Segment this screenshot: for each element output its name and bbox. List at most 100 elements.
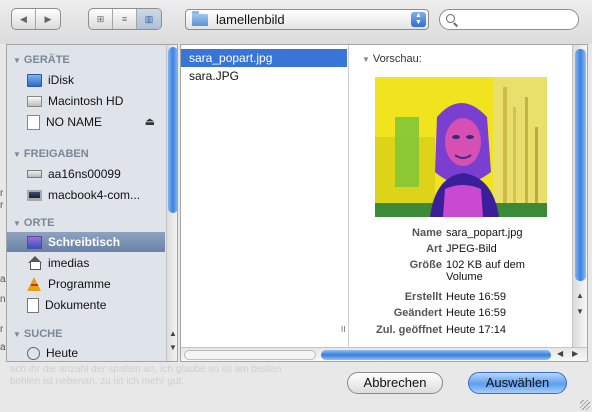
disclosure-triangle-icon: ▼ [13, 330, 21, 339]
sidebar-item-label: Dokumente [45, 298, 107, 312]
info-value: Heute 17:14 [446, 324, 506, 336]
disclosure-triangle-icon: ▼ [362, 55, 370, 64]
sidebar-section-header[interactable]: ▼ GERÄTE [7, 54, 70, 66]
chevron-left-icon: ◀ [20, 13, 27, 24]
sidebar-scroll-thumb[interactable] [168, 47, 177, 213]
sidebar-item-imedias[interactable]: imedias [7, 253, 165, 273]
info-key: Zul. geöffnet [376, 324, 442, 336]
info-key: Name [412, 227, 442, 239]
horizontal-scroll-track[interactable] [184, 350, 316, 360]
search-icon [446, 14, 455, 23]
info-value: Heute 16:59 [446, 307, 506, 319]
preview-scrollbar[interactable]: ▲ ▼ [572, 45, 587, 347]
sidebar-scrollbar[interactable]: ▲ ▼ [166, 45, 177, 361]
info-value: JPEG-Bild [446, 243, 497, 255]
sidebar-item-dokumente[interactable]: Dokumente [7, 295, 165, 315]
sidebar-item-idisk[interactable]: iDisk [7, 70, 165, 90]
column-resize-handle-icon[interactable]: II [341, 325, 345, 334]
scroll-down-arrow-icon[interactable]: ▼ [576, 307, 584, 316]
list-icon: ≡ [121, 14, 128, 24]
column-browser: sara_popart.jpg sara.JPG II ▼Vorschau: [180, 44, 588, 362]
background-text: ach ihr die anzahl der spalten an, ich g… [10, 364, 281, 388]
info-key: Erstellt [404, 291, 442, 303]
info-value: Heute 16:59 [446, 291, 506, 303]
sidebar-item-label: NO NAME [46, 115, 103, 129]
sidebar-item-label: Heute [46, 346, 79, 360]
sidebar-item-label: aa16ns00099 [48, 167, 121, 181]
popart-portrait-image [375, 77, 547, 217]
preview-image [375, 77, 547, 217]
sidebar-item-label: iDisk [48, 73, 74, 87]
resize-grip-icon[interactable] [580, 400, 590, 410]
info-key: Art [426, 243, 442, 255]
icon-grid-icon: ⊞ [96, 13, 105, 24]
sidebar-item-schreibtisch[interactable]: Schreibtisch [7, 232, 165, 252]
background-text-line: ach ihr die anzahl der spalten an, ich g… [10, 364, 282, 375]
view-mode-switcher: ⊞ ≡ ▥ [88, 8, 162, 30]
sidebar-item-label: macbook4-com... [48, 188, 141, 202]
laptop-icon [27, 189, 42, 201]
sidebar-item-label: Macintosh HD [48, 94, 124, 108]
scroll-up-arrow-icon[interactable]: ▲ [169, 329, 177, 338]
columns-icon: ▥ [144, 13, 154, 24]
back-button[interactable]: ◀ [12, 9, 36, 29]
file-item-sara-popart[interactable]: sara_popart.jpg [181, 49, 347, 67]
sidebar-section-header[interactable]: ▼ SUCHE [7, 328, 62, 340]
disclosure-triangle-icon: ▼ [13, 56, 21, 65]
disclosure-triangle-icon: ▼ [13, 219, 21, 228]
section-title: FREIGABEN [23, 148, 89, 160]
info-key: Größe [409, 259, 442, 271]
horizontal-scrollbar[interactable]: ◀ ▶ [181, 347, 587, 361]
chevron-right-icon: ▶ [44, 13, 52, 24]
sidebar-item-heute[interactable]: Heute [7, 343, 165, 361]
preview-title: Vorschau: [372, 53, 422, 65]
home-icon [27, 256, 42, 270]
section-title: SUCHE [23, 328, 63, 340]
disclosure-triangle-icon: ▼ [13, 150, 21, 159]
sidebar-item-macintosh-hd[interactable]: Macintosh HD [7, 91, 165, 111]
sidebar-item-no-name[interactable]: NO NAME ⏏ [7, 112, 165, 132]
eject-icon[interactable]: ⏏ [145, 115, 155, 128]
sidebar-item-programme[interactable]: Programme [7, 274, 165, 294]
removable-disk-icon [27, 114, 40, 130]
horizontal-scroll-thumb[interactable] [321, 350, 551, 360]
search-input[interactable] [460, 11, 572, 28]
location-popup[interactable]: lamellenbild ▲ ▼ [185, 9, 429, 30]
file-column: sara_popart.jpg sara.JPG II [181, 45, 349, 347]
preview-scroll-thumb[interactable] [575, 49, 586, 281]
clock-icon [27, 346, 40, 360]
search-field[interactable] [439, 9, 579, 30]
background-text-line: bohlen ist nebenan. zu ist ich mehr gut. [10, 376, 184, 387]
file-item-sara[interactable]: sara.JPG [181, 67, 347, 85]
sidebar-item-label: imedias [48, 256, 90, 270]
applications-icon [27, 277, 42, 291]
preview-pane: ▼ Vorschau: Name sara_popart.jpg Art JPE… [350, 45, 572, 347]
server-icon [27, 170, 42, 178]
section-title: GERÄTE [23, 54, 70, 66]
sidebar-section-header[interactable]: ▼ ORTE [7, 217, 54, 229]
scroll-down-arrow-icon[interactable]: ▼ [169, 343, 177, 352]
history-nav: ◀ ▶ [11, 8, 61, 30]
column-view-button[interactable]: ▥ [137, 9, 161, 29]
desktop-icon [27, 235, 42, 249]
scroll-left-arrow-icon[interactable]: ◀ [557, 349, 563, 358]
scroll-up-arrow-icon[interactable]: ▲ [576, 291, 584, 300]
sidebar-item-aa16ns00099[interactable]: aa16ns00099 [7, 164, 165, 184]
document-icon [27, 297, 39, 313]
icon-view-button[interactable]: ⊞ [89, 9, 113, 29]
preview-header[interactable]: ▼ Vorschau: [362, 53, 422, 65]
choose-button[interactable]: Auswählen [468, 372, 567, 394]
cancel-button[interactable]: Abbrechen [347, 372, 443, 394]
list-view-button[interactable]: ≡ [113, 9, 137, 29]
sidebar-section-header[interactable]: ▼ FREIGABEN [7, 148, 89, 160]
sidebar-item-label: Schreibtisch [48, 235, 121, 249]
location-label: lamellenbild [216, 12, 285, 27]
scroll-right-arrow-icon[interactable]: ▶ [572, 349, 578, 358]
info-value: sara_popart.jpg [446, 227, 523, 239]
folder-icon [192, 10, 208, 26]
toolbar: ◀ ▶ ⊞ ≡ ▥ lamellenbild ▲ ▼ [0, 0, 592, 44]
forward-button[interactable]: ▶ [36, 9, 60, 29]
sidebar-item-macbook[interactable]: macbook4-com... [7, 185, 165, 205]
info-key: Geändert [393, 307, 442, 319]
sidebar: ▼ GERÄTE iDisk Macintosh HD NO NAME ⏏ ▼ FRE… [6, 44, 178, 362]
